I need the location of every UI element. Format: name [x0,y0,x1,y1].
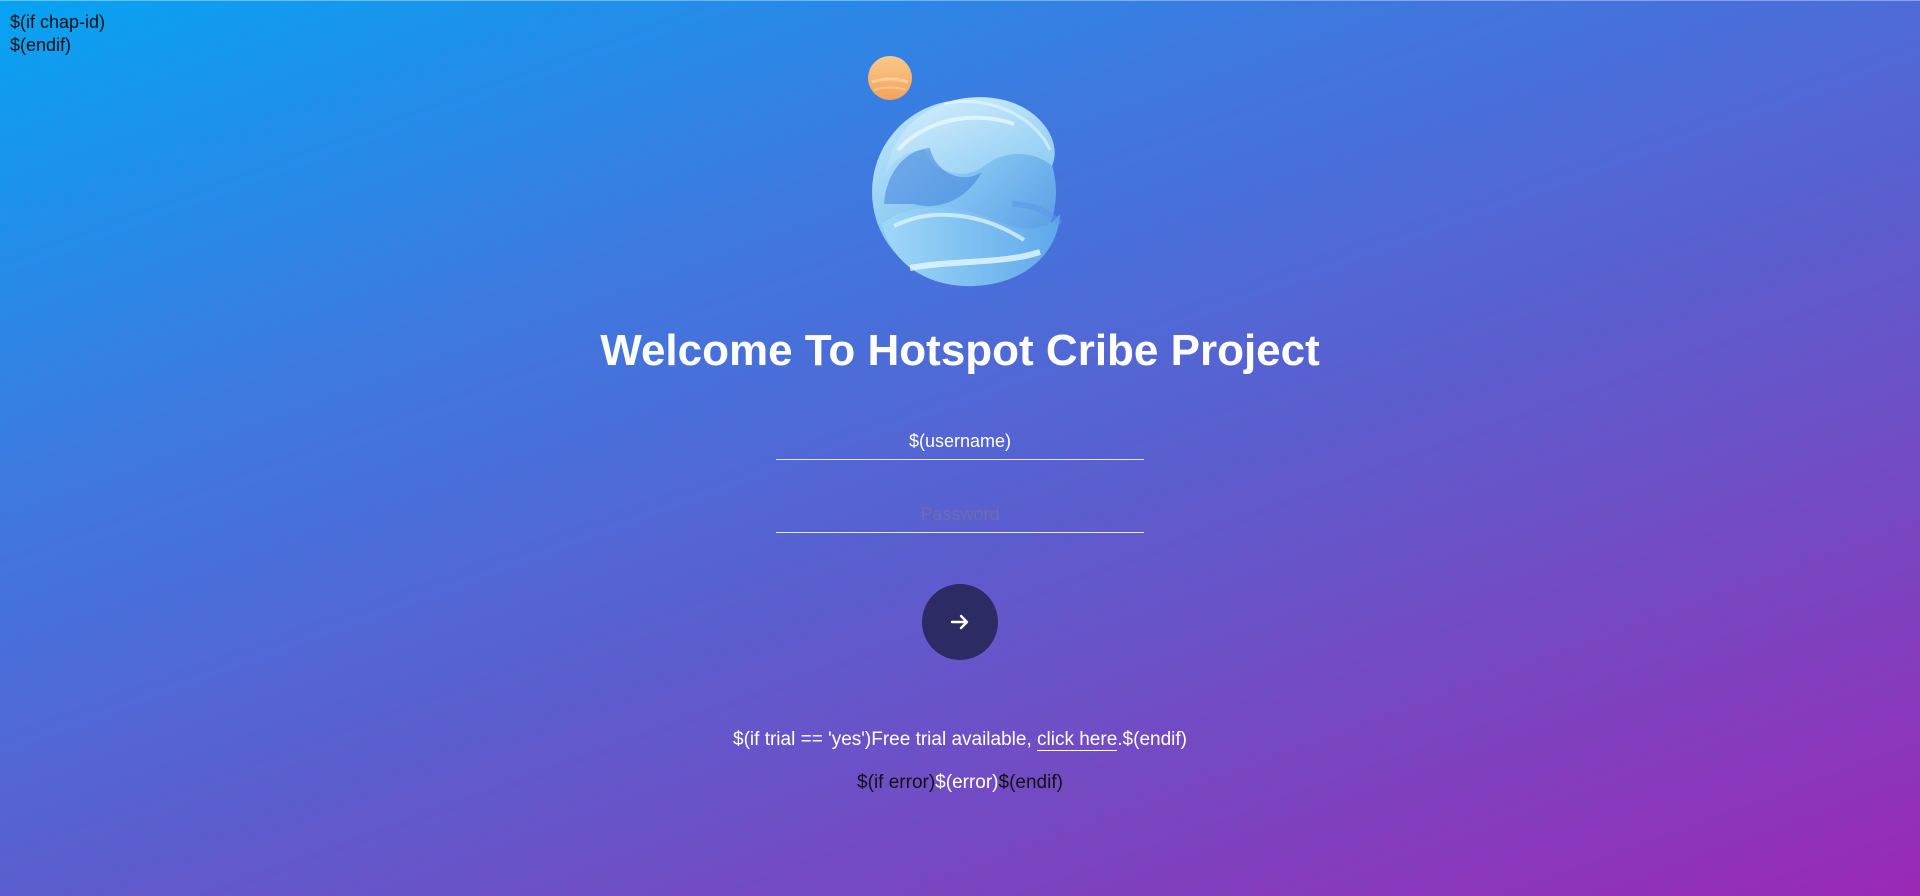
top-border [0,0,1920,1]
password-input[interactable] [776,496,1144,533]
error-prefix: $(if error) [857,772,936,793]
trial-link[interactable]: click here [1037,729,1118,751]
arrow-right-icon [950,614,969,630]
trial-suffix: .$(endif) [1117,729,1187,750]
error-suffix: $(endif) [998,772,1063,793]
hotspot-logo-icon [868,56,1063,287]
trial-notice: $(if trial == 'yes')Free trial available… [0,728,1920,752]
username-input[interactable] [776,423,1144,460]
chap-if-line: $(if chap-id) [10,12,106,32]
error-message: $(error) [935,772,999,793]
trial-prefix: $(if trial == 'yes')Free trial available… [733,729,1038,750]
submit-button[interactable] [922,584,998,660]
page-title: Welcome To Hotspot Cribe Project [600,326,1320,375]
error-notice: $(if error)$(error)$(endif) [0,771,1920,795]
chap-endif-line: $(endif) [10,35,72,55]
chap-template-block: $(if chap-id) $(endif) [10,11,105,57]
